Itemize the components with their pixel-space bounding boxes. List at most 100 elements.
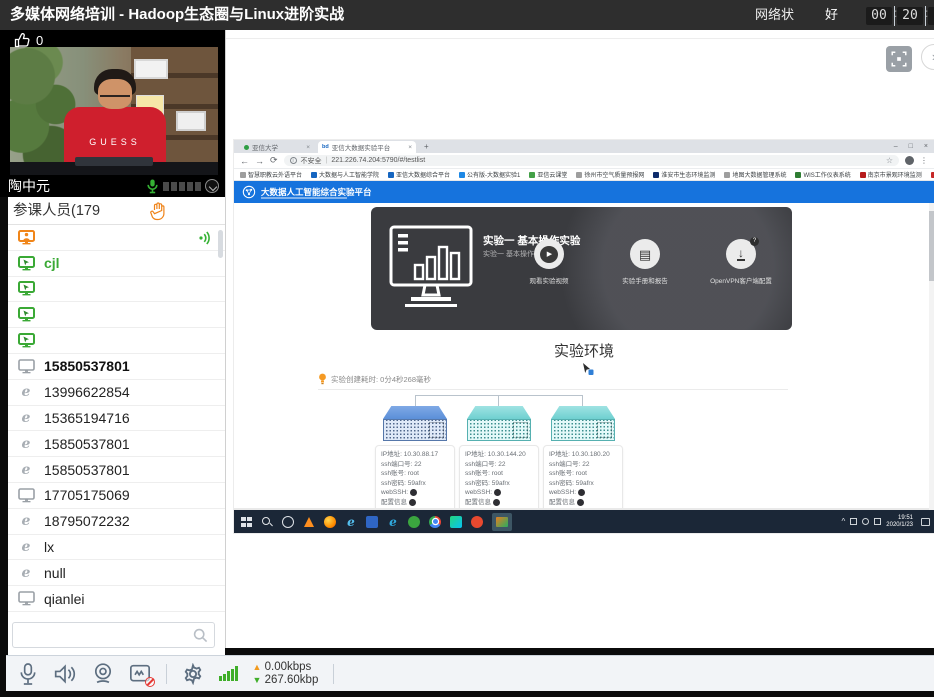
participant-row[interactable]: 15850537801: [8, 354, 225, 380]
tab-close-icon[interactable]: ×: [306, 144, 310, 151]
browser-tab-strip: 亚信大学 × bd 亚信大数据实验平台 × + – □ ×: [234, 140, 934, 153]
participant-row[interactable]: 17705175069: [8, 483, 225, 509]
participant-row[interactable]: [8, 225, 225, 251]
taskbar-vlc-icon[interactable]: [303, 516, 315, 528]
window-controls[interactable]: –□×: [894, 140, 928, 153]
tray-sound-icon[interactable]: [862, 518, 869, 525]
taskbar-ie-icon[interactable]: [345, 516, 357, 528]
bottom-toolbar: ▲ 0.00kbps ▼ 267.60kbp: [6, 655, 934, 691]
server-graphic: [383, 406, 447, 441]
participant-row[interactable]: cjl: [8, 251, 225, 277]
environment-section-title: 实验环境: [234, 340, 934, 361]
bookmark-item[interactable]: 南京市景观环境监测: [860, 170, 922, 179]
bookmark-item[interactable]: 智慧职教云外语平台: [240, 170, 302, 179]
speaker-button[interactable]: [53, 663, 77, 685]
taskbar-clock[interactable]: 19:51 2020/1/23: [886, 515, 913, 529]
minimize-icon: –: [894, 143, 898, 150]
bookmark-item[interactable]: WIS工作仪表系统: [795, 170, 850, 179]
like-counter[interactable]: 0: [14, 33, 43, 48]
writing-pad-disabled-button[interactable]: [129, 664, 151, 684]
tray-display-icon[interactable]: [874, 518, 881, 525]
bookmark-item[interactable]: 亚信大数据综合平台: [388, 170, 450, 179]
participant-row[interactable]: [8, 277, 225, 303]
tray-network-icon[interactable]: [850, 518, 857, 525]
presenter-mic-icon[interactable]: [146, 178, 159, 194]
search-icon[interactable]: [193, 628, 208, 648]
webssh-icon[interactable]: [578, 489, 585, 496]
taskbar-green-app-icon[interactable]: [408, 516, 420, 528]
taskbar-blue-app-icon[interactable]: [366, 516, 378, 528]
participant-row[interactable]: elx: [8, 535, 225, 561]
play-icon: [534, 239, 564, 269]
config-info-icon[interactable]: [409, 499, 416, 506]
raise-hand-icon[interactable]: [150, 202, 166, 226]
taskbar-pycharm-icon[interactable]: [450, 516, 462, 528]
webssh-icon[interactable]: [410, 489, 417, 496]
shirt-text: GUESS: [64, 137, 166, 147]
settings-button[interactable]: [182, 663, 204, 685]
action-book-button[interactable]: 实验手册和报告: [608, 239, 682, 285]
search-input[interactable]: [19, 626, 179, 644]
network-status-label: 网络状: [755, 0, 794, 30]
action-play-button[interactable]: 观看实验视频: [512, 239, 586, 285]
bookmark-star-icon[interactable]: ☆: [886, 156, 893, 165]
url-text: 221.226.74.204:5790/#/testlist: [331, 157, 425, 164]
bookmark-item[interactable]: 公有版-大数据实验1: [459, 170, 520, 179]
taskbar-edge-icon[interactable]: [387, 516, 399, 528]
page-scrollbar[interactable]: [929, 203, 934, 510]
connection-signal-icon: [219, 666, 238, 681]
forward-icon[interactable]: →: [255, 156, 264, 166]
participant-row[interactable]: enull: [8, 560, 225, 586]
taskbar-search-icon[interactable]: [261, 516, 273, 528]
profile-avatar[interactable]: [905, 156, 914, 165]
browser-tab-active[interactable]: bd 亚信大数据实验平台 ×: [318, 141, 416, 153]
microphone-button[interactable]: [18, 662, 38, 686]
participants-scrollbar[interactable]: [218, 230, 223, 258]
taskbar-red-app-icon[interactable]: [471, 516, 483, 528]
participant-row[interactable]: [8, 328, 225, 354]
config-info-icon[interactable]: [577, 499, 584, 506]
bookmark-item[interactable]: 亚信云课堂: [529, 170, 567, 179]
bookmark-item[interactable]: 地图大数据管理系统: [724, 170, 786, 179]
maximize-icon: □: [909, 143, 913, 150]
fullscreen-button[interactable]: [886, 46, 912, 72]
bookmark-item[interactable]: 大数据与人工智能学院: [311, 170, 379, 179]
participant-row[interactable]: e15850537801: [8, 457, 225, 483]
new-tab-button[interactable]: +: [424, 140, 429, 153]
collapse-sidebar-button[interactable]: ›: [921, 44, 934, 70]
presenter-name: 陶中元: [8, 176, 142, 196]
tab-close-icon[interactable]: ×: [408, 144, 412, 151]
participant-row[interactable]: e15365194716: [8, 406, 225, 432]
taskbar-firefox-icon[interactable]: [324, 516, 336, 528]
participant-row[interactable]: e15850537801: [8, 431, 225, 457]
action-center-icon[interactable]: [921, 518, 930, 526]
participant-row[interactable]: [8, 302, 225, 328]
bookmark-favicon: [860, 172, 866, 178]
participant-row[interactable]: e18795072232: [8, 509, 225, 535]
participant-row[interactable]: e13996622854: [8, 380, 225, 406]
bookmark-item[interactable]: 淮安市生态环境监测: [653, 170, 715, 179]
taskbar-active-app-icon[interactable]: [492, 513, 512, 531]
taskbar-start-icon[interactable]: [240, 516, 252, 528]
tray-expand-icon[interactable]: ^: [842, 518, 846, 526]
browser-tab-inactive[interactable]: 亚信大学 ×: [240, 141, 314, 153]
action-download-button[interactable]: ?OpenVPN客户端配置: [704, 239, 778, 285]
config-info-icon[interactable]: [493, 499, 500, 506]
address-bar[interactable]: 不安全 | 221.226.74.204:5790/#/testlist ☆: [284, 155, 899, 166]
participant-name: qianlei: [44, 591, 84, 607]
download-arrow-icon: ▼: [253, 675, 262, 685]
chevron-down-icon[interactable]: [205, 179, 219, 193]
tab-label: 亚信大学: [252, 142, 278, 152]
participant-row[interactable]: qianlei: [8, 586, 225, 612]
webcam-button[interactable]: [92, 662, 114, 685]
participant-name: 15850537801: [44, 358, 130, 374]
back-icon[interactable]: ←: [240, 156, 249, 166]
taskbar-cortana-icon[interactable]: [282, 516, 294, 528]
browser-menu-icon[interactable]: ⋮: [920, 156, 928, 165]
webssh-icon[interactable]: [494, 489, 501, 496]
server-card: IP地址: 10.30.144.20ssh端口号: 22ssh账号: roots…: [459, 445, 539, 510]
bookmark-item[interactable]: 徐州市空气质量预报网: [576, 170, 644, 179]
taskbar-chrome-icon[interactable]: [429, 516, 441, 528]
reload-icon[interactable]: ⟳: [270, 155, 278, 166]
ie-icon: e: [17, 540, 35, 554]
